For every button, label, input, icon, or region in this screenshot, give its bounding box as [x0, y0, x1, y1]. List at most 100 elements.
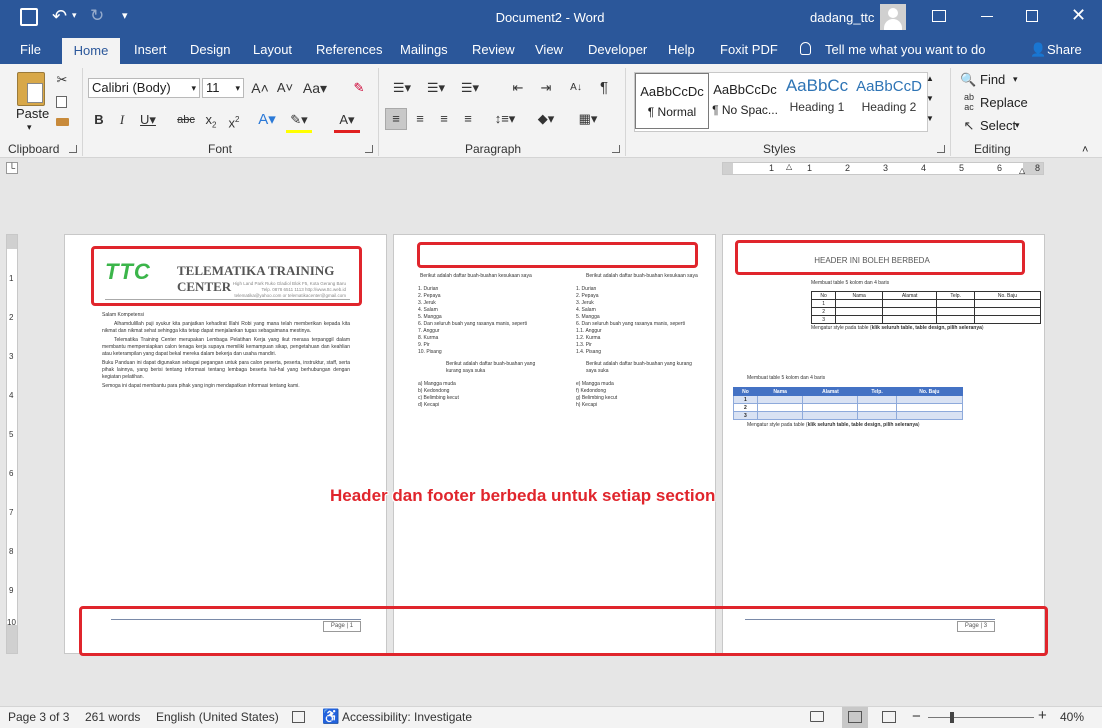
close-icon[interactable]: ✕: [1071, 5, 1086, 26]
tab-help[interactable]: Help: [658, 36, 705, 64]
language[interactable]: English (United States): [156, 710, 279, 724]
horizontal-ruler[interactable]: △ △ 1 1 2 3 4 5 6 8: [722, 162, 1044, 175]
shrink-font-icon[interactable]: A˅: [276, 78, 294, 98]
find-dropdown-icon[interactable]: ▾: [1013, 74, 1018, 85]
customize-toolbar-icon[interactable]: ▾: [122, 9, 128, 22]
cut-icon[interactable]: ✂: [54, 70, 70, 90]
word-count[interactable]: 261 words: [85, 710, 140, 724]
zoom-out-icon[interactable]: −: [912, 708, 921, 725]
zoom-slider[interactable]: [928, 717, 1034, 718]
styles-launcher-icon[interactable]: [937, 145, 945, 153]
macro-icon[interactable]: [292, 711, 305, 723]
print-layout-icon[interactable]: [842, 707, 868, 728]
accessibility-status[interactable]: Accessibility: Investigate: [342, 710, 472, 724]
style-heading-1[interactable]: AaBbCc Heading 1: [780, 72, 854, 128]
style-normal[interactable]: AaBbCcDc ¶ Normal: [635, 73, 709, 129]
collapse-ribbon-icon[interactable]: ˄: [1082, 144, 1088, 156]
share-button[interactable]: Share: [1037, 36, 1092, 64]
accessibility-icon[interactable]: ♿: [322, 708, 339, 725]
tab-file[interactable]: File: [10, 36, 51, 64]
style-heading-2[interactable]: AaBbCcD Heading 2: [852, 72, 926, 128]
clipboard-launcher-icon[interactable]: [69, 145, 77, 153]
paste-icon[interactable]: [17, 72, 45, 106]
copy-icon[interactable]: [56, 96, 67, 108]
right-indent-icon[interactable]: △: [1019, 167, 1025, 175]
styles-more-icon[interactable]: ▼: [926, 114, 934, 123]
replace-icon[interactable]: ab ac: [960, 92, 978, 112]
tab-review[interactable]: Review: [462, 36, 525, 64]
tab-developer[interactable]: Developer: [578, 36, 657, 64]
styles-scroll-down-icon[interactable]: ▼: [926, 94, 934, 103]
shading-icon[interactable]: ◆▾: [534, 109, 558, 129]
paste-button[interactable]: Paste: [16, 106, 49, 121]
grow-font-icon[interactable]: A˄: [250, 78, 270, 98]
align-right-icon[interactable]: ≡: [434, 109, 454, 129]
borders-icon[interactable]: ▦▾: [574, 109, 602, 129]
select-dropdown-icon[interactable]: ▾: [1015, 120, 1020, 131]
subscript-icon[interactable]: x2: [203, 110, 219, 136]
tab-selector-icon[interactable]: └: [6, 162, 18, 174]
ribbon-display-icon[interactable]: [932, 10, 946, 22]
underline-icon[interactable]: U▾: [138, 110, 158, 130]
tab-design[interactable]: Design: [180, 36, 240, 64]
italic-icon[interactable]: I: [115, 110, 129, 130]
paste-dropdown-icon[interactable]: ▾: [27, 122, 32, 133]
page-2[interactable]: Berikut adalah daftar buah-buahan kesuka…: [393, 234, 716, 654]
format-painter-icon[interactable]: [56, 118, 69, 126]
tab-home[interactable]: Home: [62, 38, 120, 64]
tab-references[interactable]: References: [306, 36, 392, 64]
style-no-spacing[interactable]: AaBbCcDc ¶ No Spac...: [708, 72, 782, 128]
align-left-icon[interactable]: ≡: [385, 108, 407, 130]
tab-layout[interactable]: Layout: [243, 36, 302, 64]
vertical-ruler[interactable]: 1 2 3 4 5 6 7 8 9 10: [6, 234, 18, 654]
first-line-indent-icon[interactable]: △: [786, 163, 792, 171]
bold-icon[interactable]: B: [91, 110, 107, 130]
select-icon[interactable]: ↖: [961, 116, 977, 136]
tab-foxit-pdf[interactable]: Foxit PDF: [710, 36, 788, 64]
show-marks-icon[interactable]: ¶: [594, 78, 614, 98]
redo-icon[interactable]: ↻: [90, 6, 104, 26]
read-mode-icon[interactable]: [810, 711, 824, 722]
text-effects-icon[interactable]: A▾: [256, 110, 278, 130]
align-center-icon[interactable]: ≡: [410, 109, 430, 129]
replace-button[interactable]: Replace: [980, 95, 1028, 110]
undo-icon[interactable]: ↶: [52, 6, 67, 27]
font-name-dropdown[interactable]: Calibri (Body) ▾: [88, 78, 200, 98]
find-icon[interactable]: 🔍: [960, 70, 976, 90]
font-size-dropdown[interactable]: 11 ▾: [202, 78, 244, 98]
tab-mailings[interactable]: Mailings: [390, 36, 458, 64]
styles-scroll-up-icon[interactable]: ▲: [926, 74, 934, 83]
zoom-slider-thumb[interactable]: [950, 712, 954, 723]
save-icon[interactable]: [20, 8, 38, 26]
increase-indent-icon[interactable]: ⇥: [536, 78, 556, 98]
tab-insert[interactable]: Insert: [124, 36, 177, 64]
paragraph-launcher-icon[interactable]: [612, 145, 620, 153]
web-layout-icon[interactable]: [882, 711, 896, 723]
decrease-indent-icon[interactable]: ⇤: [508, 78, 528, 98]
justify-icon[interactable]: ≡: [458, 109, 478, 129]
change-case-icon[interactable]: Aa▾: [302, 78, 328, 98]
multilevel-list-icon[interactable]: ☰▾: [456, 78, 484, 98]
superscript-icon[interactable]: x2: [226, 110, 242, 133]
user-name[interactable]: dadang_ttc: [810, 10, 874, 25]
numbering-icon[interactable]: ☰▾: [422, 78, 450, 98]
strikethrough-icon[interactable]: abc: [176, 110, 196, 130]
undo-dropdown-icon[interactable]: ▾: [72, 10, 77, 21]
minimize-icon[interactable]: [981, 16, 993, 17]
page-3[interactable]: HEADER INI BOLEH BERBEDA Membuat table 5…: [722, 234, 1045, 654]
tell-me-search[interactable]: Tell me what you want to do: [815, 36, 995, 64]
page-count[interactable]: Page 3 of 3: [8, 710, 69, 724]
zoom-level[interactable]: 40%: [1060, 710, 1084, 724]
tab-view[interactable]: View: [525, 36, 573, 64]
highlight-color-icon[interactable]: ✎▾: [286, 110, 312, 133]
select-button[interactable]: Select: [980, 118, 1016, 133]
zoom-in-icon[interactable]: +: [1038, 707, 1047, 724]
avatar[interactable]: [880, 4, 906, 30]
clear-formatting-icon[interactable]: ✎: [350, 78, 368, 98]
table-2[interactable]: No Nama Alamat Telp. No. Baju 1 2 3: [733, 387, 964, 420]
font-launcher-icon[interactable]: [365, 145, 373, 153]
sort-icon[interactable]: A↓: [566, 78, 586, 98]
table-1[interactable]: No Nama Alamat Telp. No. Baju 1 2 3: [810, 291, 1042, 324]
font-color-icon[interactable]: A▾: [334, 110, 360, 133]
line-spacing-icon[interactable]: ↕≡▾: [490, 109, 520, 129]
